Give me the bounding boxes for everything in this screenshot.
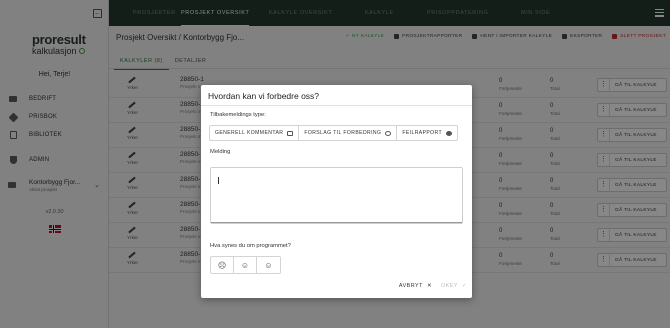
option-general-comment[interactable]: GENERELL KOMMENTAR (210, 126, 300, 140)
close-icon: ✕ (426, 283, 432, 289)
feedback-type-label: Tilbakemeldings type: (210, 112, 266, 118)
message-textarea[interactable] (210, 167, 463, 224)
rating-group: ☹ ☺ ☺ (210, 256, 281, 274)
message-label: Melding (210, 149, 231, 155)
feedback-dialog: Hvordan kan vi forbedre oss? Tilbakemeld… (201, 85, 472, 298)
cancel-button[interactable]: AVBRYT ✕ (399, 283, 432, 289)
option-improvement-suggestion[interactable]: FORSLAG TIL FORBEDRING (299, 126, 398, 140)
comment-icon (287, 130, 294, 136)
lightbulb-icon (385, 130, 392, 136)
sad-face-icon[interactable]: ☹ (211, 257, 234, 273)
option-bug-report[interactable]: FEILRAPPORT (397, 126, 457, 140)
rating-label: Hva synes du om programmet? (210, 243, 291, 249)
check-icon: ✓ (461, 283, 467, 289)
dialog-actions: AVBRYT ✕ OKEY ✓ (399, 283, 467, 289)
neutral-face-icon[interactable]: ☺ (234, 257, 257, 273)
dialog-title: Hvordan kan vi forbedre oss? (208, 91, 320, 101)
app: ← proresult kalkulasjon Hei, Terje! BEDR… (0, 0, 670, 328)
text-caret (218, 177, 219, 184)
ok-button[interactable]: OKEY ✓ (441, 283, 467, 289)
divider (201, 105, 472, 106)
feedback-type-group: GENERELL KOMMENTAR FORSLAG TIL FORBEDRIN… (209, 125, 459, 141)
bug-icon (446, 130, 453, 136)
happy-face-icon[interactable]: ☺ (257, 257, 280, 273)
